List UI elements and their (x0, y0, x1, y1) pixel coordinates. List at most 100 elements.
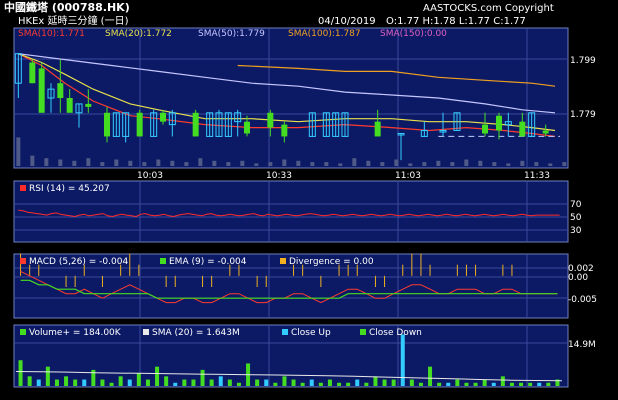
volume-legend-swatch (20, 329, 26, 335)
price-panel-volume-bar (310, 162, 315, 166)
divergence-title: Divergence = 0.00 (289, 257, 374, 267)
volume-bar (337, 382, 342, 386)
volume-bar (18, 360, 23, 386)
rsi-tick-30: 30 (570, 226, 582, 236)
price-panel-volume-bar (422, 162, 427, 166)
price-tick-1779: 1.779 (570, 110, 596, 120)
volume-bar (318, 382, 323, 386)
candle-body-down (66, 98, 73, 113)
volume-bar (109, 382, 114, 386)
sma10-legend: SMA(10):1.771 (18, 29, 85, 39)
price-panel-volume-bar (184, 162, 189, 166)
price-panel-volume-bar (170, 160, 175, 166)
volume-bar (45, 366, 50, 386)
time-tick-1003: 10:03 (137, 171, 163, 181)
price-panel-volume-bar (282, 159, 287, 166)
candle-body-down (542, 130, 549, 134)
volume-bar (373, 376, 378, 386)
price-panel-volume-bar (408, 163, 413, 166)
volume-bar (145, 379, 150, 386)
price-panel-volume-bar (240, 160, 245, 166)
volume-bar (164, 376, 169, 386)
price-panel-volume-bar (548, 163, 553, 166)
volume-title: Volume+ = 184.00K (29, 328, 122, 338)
candle-body-down (29, 62, 36, 84)
volume-bar (509, 382, 514, 386)
chart-date: 04/10/2019 (318, 16, 376, 27)
volume-bar (491, 382, 496, 386)
volume-bar (346, 382, 351, 386)
macd-legend-swatch (20, 258, 26, 264)
candle-body-down (85, 103, 92, 107)
volume-bar (464, 382, 469, 386)
price-panel-volume-bar (352, 158, 357, 166)
price-panel-volume-bar (156, 159, 161, 166)
volume-bar (291, 379, 296, 386)
price-panel-volume-bar (506, 163, 511, 166)
sma150-legend: SMA(150):0.00 (380, 29, 447, 39)
volume-bar (437, 382, 442, 386)
volume-bar (100, 379, 105, 386)
volume-bar (73, 379, 78, 386)
volume-bar (155, 366, 160, 386)
price-panel (13, 27, 569, 169)
price-panel-volume-bar (436, 160, 441, 166)
ema-title: EMA (9) = -0.004 (169, 257, 247, 267)
volume-bar (264, 379, 269, 386)
volume-bar (182, 379, 187, 386)
price-panel-volume-bar (58, 159, 63, 166)
candle-body-down (374, 121, 381, 137)
price-panel-volume-bar (478, 160, 483, 166)
price-panel-volume-bar (520, 160, 525, 166)
price-panel-volume-bar (16, 137, 21, 166)
price-panel-volume-bar (366, 160, 371, 166)
candle-body-down (38, 68, 45, 113)
price-panel-volume-bar (72, 160, 77, 166)
stock-chart: 中國鐵塔 (000788.HK) AASTOCKS.com Copyright … (0, 0, 618, 400)
price-panel-volume-bar (212, 160, 217, 166)
candle-body-down (136, 112, 143, 137)
copyright-text: AASTOCKS.com Copyright (423, 3, 554, 14)
volume-bar (27, 376, 32, 386)
volume-sma-title: SMA (20) = 1.643M (152, 328, 240, 338)
price-panel-volume-bar (380, 162, 385, 166)
candle-body-down (496, 115, 502, 131)
volume-bar (300, 382, 305, 386)
price-panel-volume-bar (100, 162, 105, 166)
price-panel-volume-bar (198, 158, 203, 166)
volume-bar (309, 379, 314, 386)
price-panel-volume-bar (562, 162, 567, 166)
volume-bar (482, 379, 487, 386)
volume-bar (173, 382, 178, 386)
price-panel-volume-bar (30, 155, 35, 166)
candle-body-down (267, 112, 274, 128)
price-panel-volume-bar (492, 162, 497, 166)
price-panel-volume-bar (114, 159, 119, 166)
volume-bar (227, 379, 232, 386)
macd-tick-000: 0.00 (568, 273, 588, 283)
volume-tick-149m: 14.9M (568, 340, 596, 350)
sma20-legend: SMA(20):1.772 (105, 29, 172, 39)
rsi-tick-50: 50 (570, 213, 582, 223)
price-panel-volume-bar (450, 162, 455, 166)
volume-bar (391, 379, 396, 386)
volume-bar (446, 382, 451, 386)
volume-bar (537, 382, 542, 386)
price-panel-volume-bar (128, 160, 133, 166)
price-panel-volume-bar (296, 160, 301, 166)
volume-bar (282, 376, 287, 386)
volume-bar (382, 379, 387, 386)
volume-bar (327, 379, 332, 386)
time-tick-1033: 10:33 (266, 171, 292, 181)
volume-bar (428, 366, 433, 386)
volume-bar (191, 379, 196, 386)
price-panel-volume-bar (86, 158, 91, 166)
volume-bar (546, 382, 551, 386)
rsi-title: RSI (14) = 45.207 (29, 184, 110, 194)
time-tick-1133: 11:33 (524, 171, 550, 181)
volume-bar (200, 369, 205, 386)
price-panel-volume-bar (142, 162, 147, 166)
divergence-legend-swatch (280, 258, 286, 264)
volume-bar (255, 379, 260, 386)
price-panel-volume-bar (394, 159, 399, 166)
